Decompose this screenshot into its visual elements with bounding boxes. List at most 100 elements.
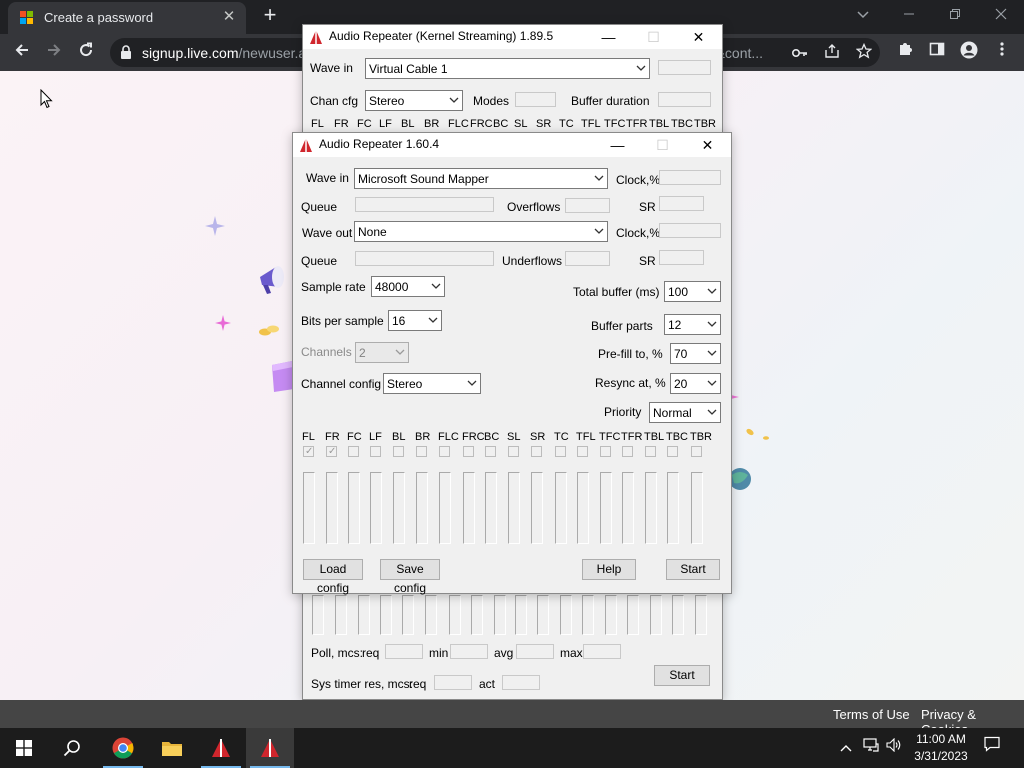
checkmark-icon: ✓ xyxy=(328,446,337,457)
bookmark-star-icon[interactable] xyxy=(854,42,874,63)
ar-wave-in-select[interactable]: Microsoft Sound Mapper xyxy=(354,168,608,189)
channel-checkbox-fr: ✓ xyxy=(326,446,337,457)
start-menu-button[interactable] xyxy=(0,728,48,768)
key-icon[interactable] xyxy=(790,43,810,63)
browser-tab[interactable]: Create a password ✕ xyxy=(8,2,246,34)
ks-level-meter-lf xyxy=(380,595,392,635)
ar-resync-value: 20 xyxy=(674,377,688,391)
show-hidden-icons-chevron-icon[interactable] xyxy=(836,728,856,768)
restore-icon[interactable] xyxy=(932,0,978,32)
ks-start-button[interactable]: Start xyxy=(654,665,710,686)
terms-of-use-link[interactable]: Terms of Use xyxy=(833,707,910,722)
side-panel-icon[interactable] xyxy=(926,41,948,63)
ks-channel-label-lf: LF xyxy=(379,118,392,130)
ar-resync-label: Resync at, % xyxy=(595,376,666,390)
taskbar-audio-repeater-button[interactable] xyxy=(246,728,294,768)
ks-level-meter-flc xyxy=(449,595,461,635)
windows-taskbar: 11:00 AM 3/31/2023 xyxy=(0,728,1024,768)
ar-total-buffer-select[interactable]: 100 xyxy=(664,281,721,302)
ks-minimize-icon[interactable]: — xyxy=(586,25,631,49)
level-meter-br xyxy=(416,472,428,544)
extensions-puzzle-icon[interactable] xyxy=(894,41,916,63)
ks-channel-label-frc: FRC xyxy=(470,118,493,130)
browser-window-controls xyxy=(886,0,1024,32)
channel-checkbox-tfl xyxy=(577,446,588,457)
ar-buffer-parts-select[interactable]: 12 xyxy=(664,314,721,335)
ar-underflows-field xyxy=(565,251,610,266)
channel-label-tfr: TFR xyxy=(621,431,643,443)
ar-resync-select[interactable]: 20 xyxy=(670,373,721,394)
ar-titlebar[interactable]: Audio Repeater 1.60.4 — ☐ ✕ xyxy=(293,133,731,157)
ks-level-meter-tbc xyxy=(672,595,684,635)
ar-wave-out-select[interactable]: None xyxy=(354,221,608,242)
ks-chan-cfg-select[interactable]: Stereo xyxy=(365,90,463,111)
reload-icon[interactable] xyxy=(73,39,99,65)
ar-sample-rate-select[interactable]: 48000 xyxy=(371,276,445,297)
ks-titlebar[interactable]: Audio Repeater (Kernel Streaming) 1.89.5… xyxy=(303,25,722,49)
taskbar-audio-repeater-ks-button[interactable] xyxy=(197,728,245,768)
ks-poll-min-label: min xyxy=(429,646,449,660)
ks-level-meter-tfr xyxy=(627,595,639,635)
ks-close-icon[interactable]: ✕ xyxy=(676,25,721,49)
url-host: signup.live.com xyxy=(142,45,239,61)
notifications-icon[interactable] xyxy=(980,728,1004,768)
lock-icon[interactable] xyxy=(120,45,134,60)
load-config-button[interactable]: Load config xyxy=(303,559,363,595)
minimize-icon[interactable] xyxy=(886,0,932,32)
ar-priority-label: Priority xyxy=(604,405,642,419)
ar-prefill-select[interactable]: 70 xyxy=(670,343,721,364)
ar-buffer-parts-label: Buffer parts xyxy=(591,319,653,333)
taskbar-chrome-button[interactable] xyxy=(99,728,147,768)
taskbar-clock[interactable]: 11:00 AM 3/31/2023 xyxy=(906,731,976,765)
ar-bits-select[interactable]: 16 xyxy=(388,310,442,331)
ks-poll-req-label: req xyxy=(362,646,380,660)
ks-wave-in-select[interactable]: Virtual Cable 1 xyxy=(365,58,650,79)
ks-wave-in-info xyxy=(658,60,711,75)
clock-date: 3/31/2023 xyxy=(914,749,968,763)
audio-repeater-window[interactable]: Audio Repeater 1.60.4 — ☐ ✕ Wave in Micr… xyxy=(292,132,732,595)
forward-arrow-icon[interactable] xyxy=(41,39,67,65)
ks-level-meter-bl xyxy=(402,595,414,635)
chrome-menu-icon[interactable] xyxy=(991,41,1013,63)
taskbar-search-button[interactable] xyxy=(48,728,96,768)
share-icon[interactable] xyxy=(822,43,842,63)
coins-decoration-icon xyxy=(259,325,279,336)
channel-label-fr: FR xyxy=(325,431,340,443)
channel-checkbox-tfr xyxy=(622,446,633,457)
ar-priority-select[interactable]: Normal xyxy=(649,402,721,423)
ar-wave-in-value: Microsoft Sound Mapper xyxy=(358,172,489,186)
ks-window-title: Audio Repeater (Kernel Streaming) 1.89.5 xyxy=(329,29,554,43)
profile-avatar-icon[interactable] xyxy=(958,41,980,63)
volume-icon[interactable] xyxy=(883,728,905,768)
tab-search-chevron-icon[interactable] xyxy=(852,4,874,26)
ar-prefill-value: 70 xyxy=(674,347,688,361)
ar-wave-out-clock-label: Clock,% xyxy=(616,226,661,240)
folder-icon xyxy=(162,742,182,756)
url-text: signup.live.com/newuser.a xyxy=(142,45,306,61)
channel-checkbox-tfc xyxy=(600,446,611,457)
chevron-down-icon xyxy=(594,175,604,181)
network-icon[interactable] xyxy=(860,728,882,768)
mouse-cursor-icon xyxy=(40,89,53,109)
taskbar-file-explorer-button[interactable] xyxy=(148,728,196,768)
start-button[interactable]: Start xyxy=(666,559,720,580)
save-config-button[interactable]: Save config xyxy=(380,559,440,595)
clock-time: 11:00 AM xyxy=(916,732,966,746)
ar-channels-select: 2 xyxy=(355,342,409,363)
close-window-icon[interactable] xyxy=(978,0,1024,32)
tab-close-icon[interactable]: ✕ xyxy=(218,6,240,28)
ar-channel-config-value: Stereo xyxy=(387,377,423,391)
ar-prefill-label: Pre-fill to, % xyxy=(598,347,663,361)
back-arrow-icon[interactable] xyxy=(9,39,35,65)
channel-label-bc: BC xyxy=(484,431,500,443)
new-tab-button[interactable]: + xyxy=(258,4,282,28)
ar-in-queue-bar xyxy=(355,197,494,212)
help-button[interactable]: Help xyxy=(582,559,636,580)
ks-level-meter-tc xyxy=(560,595,572,635)
chevron-down-icon xyxy=(707,288,717,294)
channel-checkbox-frc xyxy=(463,446,474,457)
ar-minimize-icon[interactable]: — xyxy=(595,133,640,157)
ar-close-icon[interactable]: ✕ xyxy=(685,133,730,157)
ar-channel-config-select[interactable]: Stereo xyxy=(383,373,481,394)
chevron-down-icon xyxy=(707,409,717,415)
